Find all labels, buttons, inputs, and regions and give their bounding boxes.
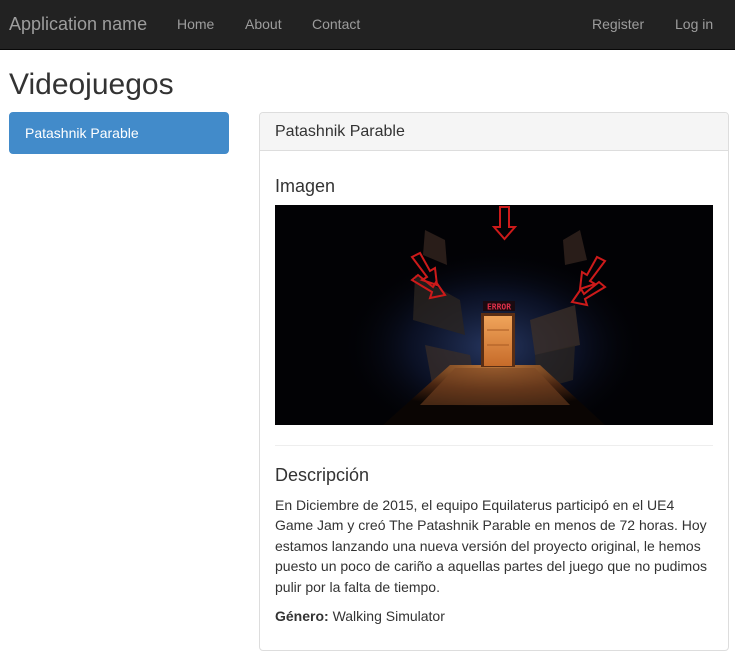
genre-value: Walking Simulator xyxy=(332,608,445,624)
error-sign-text: ERROR xyxy=(487,303,511,312)
top-navbar: Application name Home About Contact Regi… xyxy=(0,0,735,50)
panel-heading: Patashnik Parable xyxy=(260,113,728,151)
image-section-heading: Imagen xyxy=(275,176,336,196)
nav-link-about[interactable]: About xyxy=(245,15,282,33)
game-screenshot-image: ERROR xyxy=(275,205,713,425)
nav-link-login[interactable]: Log in xyxy=(675,15,713,33)
sidebar-item-patashnik-parable[interactable]: Patashnik Parable xyxy=(9,112,229,154)
section-divider xyxy=(275,445,713,446)
brand-link[interactable]: Application name xyxy=(9,13,147,35)
page-title: Videojuegos xyxy=(9,68,174,101)
description-section-heading: Descripción xyxy=(275,465,370,485)
genre-label: Género: xyxy=(275,608,329,624)
game-detail-panel: Patashnik Parable Imagen ERROR Descripci… xyxy=(259,112,729,651)
game-description: En Diciembre de 2015, el equipo Equilate… xyxy=(275,497,707,595)
genre-row: Género: Walking Simulator xyxy=(275,607,445,625)
nav-link-contact[interactable]: Contact xyxy=(312,15,360,33)
nav-link-register[interactable]: Register xyxy=(592,15,644,33)
game-scene-illustration: ERROR xyxy=(275,205,713,425)
nav-link-home[interactable]: Home xyxy=(177,15,214,33)
